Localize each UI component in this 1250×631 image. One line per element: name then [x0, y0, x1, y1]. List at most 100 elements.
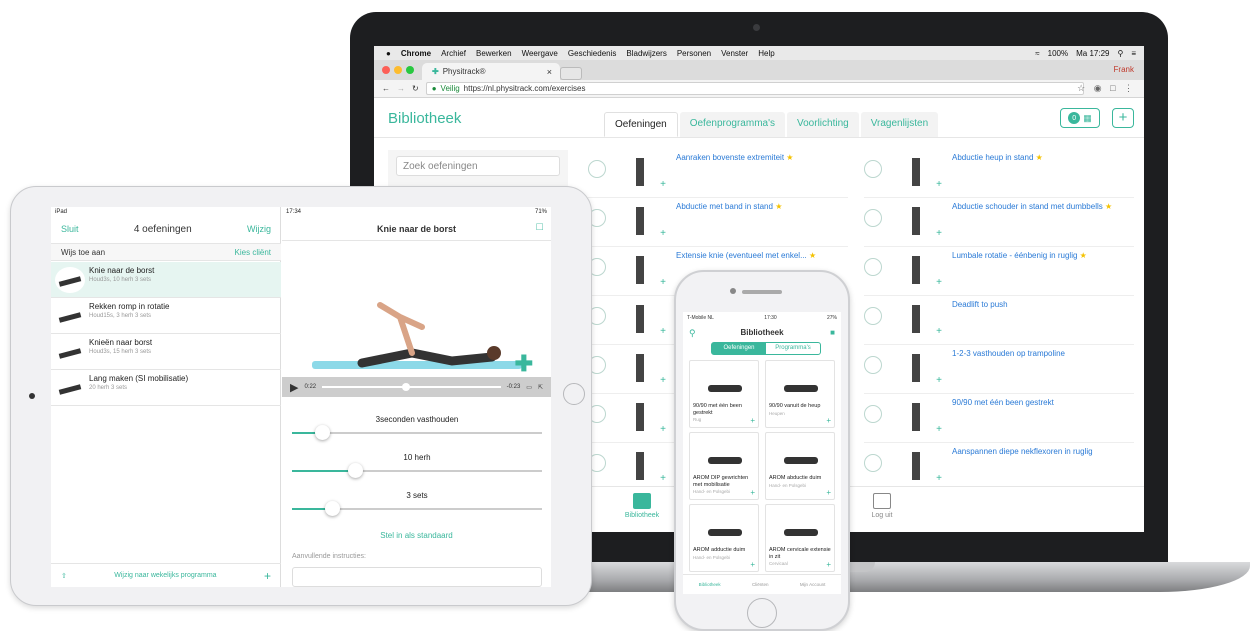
add-icon[interactable]: + [660, 228, 666, 239]
play-icon[interactable]: ▶ [290, 381, 298, 394]
tab-vragenlijsten[interactable]: Vragenlijsten [860, 112, 939, 137]
tab-oefenprogrammas[interactable]: Oefenprogramma's [679, 112, 785, 137]
exercise-name[interactable]: 1-2-3 vasthouden op trampoline [952, 348, 1065, 359]
add-icon[interactable]: + [750, 416, 755, 425]
profile-name[interactable]: Frank [1114, 65, 1134, 74]
exercise-name[interactable]: Deadlift to push [952, 299, 1008, 310]
menu-list-icon[interactable]: ≡ [1131, 49, 1136, 58]
search-icon[interactable]: ⚲ [689, 328, 696, 339]
exercise-card[interactable]: AROM cervicale extensie in zit Cervicaal + [765, 504, 835, 572]
edit-button[interactable]: Wijzig [247, 224, 271, 234]
exercise-card[interactable]: AROM DIP gewrichten met mobilisatie Hand-… [689, 432, 759, 500]
chrome-extension-icons[interactable]: ☆ ◉ □ ⋮ [1077, 83, 1136, 94]
exercise-name[interactable]: Abductie heup in stand ★ [952, 152, 1043, 163]
minimize-window-icon[interactable] [394, 66, 402, 74]
exercise-name[interactable]: Lumbale rotatie - éénbenig in ruglig ★ [952, 250, 1087, 261]
menu-item[interactable]: Weergave [522, 49, 558, 58]
cart-button[interactable]: 0 ▦ [1060, 108, 1100, 128]
add-icon[interactable]: + [660, 375, 666, 386]
select-radio[interactable] [864, 209, 882, 227]
apple-icon[interactable]: ● [386, 49, 391, 58]
wifi-icon[interactable]: ≈ [1035, 49, 1039, 58]
hold-slider[interactable]: 3seconden vasthouden [292, 415, 542, 440]
add-icon[interactable]: + [750, 488, 755, 497]
video-icon[interactable]: ■ [830, 328, 835, 337]
home-button[interactable] [563, 383, 585, 405]
copy-icon[interactable]: □ [536, 221, 543, 233]
weekly-program-button[interactable]: Wijzig naar wekelijks programma [114, 572, 216, 579]
add-icon[interactable]: + [936, 277, 942, 288]
slider-knob[interactable] [315, 425, 330, 440]
seg-programmas[interactable]: Programma's [766, 343, 820, 354]
spotlight-icon[interactable]: ⚲ [1117, 49, 1123, 58]
exercise-name[interactable]: Aanspannen diepe nekflexoren in ruglig [952, 446, 1093, 457]
program-item[interactable]: Knieën naar borst Houd3s, 15 herh 3 sets [51, 334, 281, 370]
tab-voorlichting[interactable]: Voorlichting [787, 112, 859, 137]
video-scrubber[interactable] [322, 383, 501, 391]
menu-item[interactable]: Help [758, 49, 774, 58]
slider-knob[interactable] [347, 463, 363, 478]
menu-item[interactable]: Bladwijzers [626, 49, 666, 58]
menu-item[interactable]: Venster [721, 49, 748, 58]
exercise-card[interactable]: AROM abductie duim Hand- en Polsgebi + [765, 432, 835, 500]
add-icon[interactable]: + [826, 560, 831, 569]
instructions-input[interactable] [292, 567, 542, 587]
select-radio[interactable] [864, 307, 882, 325]
close-tab-icon[interactable]: × [547, 67, 552, 77]
nav-logout[interactable]: Log uit [852, 493, 912, 519]
menu-item[interactable]: Chrome [401, 49, 431, 58]
new-tab-button[interactable] [560, 67, 582, 80]
add-icon[interactable]: + [936, 228, 942, 239]
select-radio[interactable] [864, 405, 882, 423]
forward-icon[interactable]: → [397, 84, 405, 93]
nav-library[interactable]: Bibliotheek [612, 493, 672, 519]
exercise-row[interactable]: + Lumbale rotatie - éénbenig in ruglig ★ [864, 248, 1134, 296]
add-icon[interactable]: + [660, 424, 666, 435]
address-bar[interactable]: ● Veilig https://nl.physitrack.com/exerc… [425, 82, 1084, 95]
add-icon[interactable]: + [936, 326, 942, 337]
fullscreen-icon[interactable]: ⇱ [538, 384, 543, 391]
add-icon[interactable]: + [660, 277, 666, 288]
phone-nav-clients[interactable]: Cliënten [752, 582, 769, 587]
browser-tab[interactable]: ✚ Physitrack® × [422, 63, 560, 80]
exercise-name[interactable]: Aanraken bovenste extremiteit ★ [676, 152, 793, 163]
exercise-row[interactable]: + Abductie met band in stand ★ [588, 199, 848, 247]
select-radio[interactable] [864, 454, 882, 472]
share-icon[interactable]: ⇧ [61, 572, 67, 580]
clock[interactable]: Ma 17:29 [1076, 49, 1109, 58]
select-radio[interactable] [864, 258, 882, 276]
exercise-row[interactable]: + Aanspannen diepe nekflexoren in ruglig [864, 444, 1134, 492]
exercise-card[interactable]: 90/90 met één been gestrekt Rug + [689, 360, 759, 428]
reps-slider[interactable]: 10 herh [292, 453, 542, 478]
airplay-icon[interactable]: ▭ [526, 384, 532, 391]
program-item[interactable]: Knie naar de borst Houd3s, 10 herh 3 set… [51, 262, 281, 298]
add-icon[interactable]: + [660, 179, 666, 190]
slider-knob[interactable] [325, 501, 340, 516]
seg-oefeningen[interactable]: Oefeningen [712, 343, 766, 354]
exercise-name[interactable]: Abductie schouder in stand met dumbbells… [952, 201, 1112, 212]
program-item[interactable]: Rekken romp in rotatie Houd15s, 3 herh 3… [51, 298, 281, 334]
maximize-window-icon[interactable] [406, 66, 414, 74]
exercise-name[interactable]: 90/90 met één been gestrekt [952, 397, 1054, 408]
menu-item[interactable]: Bewerken [476, 49, 512, 58]
sets-slider[interactable]: 3 sets [292, 491, 542, 516]
add-icon[interactable]: + [660, 473, 666, 484]
add-icon[interactable]: + [826, 416, 831, 425]
exercise-row[interactable]: + Abductie schouder in stand met dumbbell… [864, 199, 1134, 247]
reload-icon[interactable]: ↻ [412, 84, 419, 93]
menu-item[interactable]: Personen [677, 49, 711, 58]
exercise-video[interactable]: ✚ [282, 241, 551, 397]
close-window-icon[interactable] [382, 66, 390, 74]
add-icon[interactable]: + [936, 473, 942, 484]
search-input[interactable]: Zoek oefeningen [396, 156, 560, 176]
add-button[interactable]: + [1112, 108, 1134, 128]
add-icon[interactable]: + [750, 560, 755, 569]
phone-nav-library[interactable]: Bibliotheek [699, 582, 721, 587]
select-radio[interactable] [588, 160, 606, 178]
tab-oefeningen[interactable]: Oefeningen [604, 112, 678, 137]
exercise-row[interactable]: +1-2-3 vasthouden op trampoline [864, 346, 1134, 394]
add-icon[interactable]: + [826, 488, 831, 497]
add-exercise-button[interactable]: + [264, 569, 271, 583]
close-button[interactable]: Sluit [61, 224, 79, 234]
set-default-button[interactable]: Stel in als standaard [282, 531, 551, 540]
